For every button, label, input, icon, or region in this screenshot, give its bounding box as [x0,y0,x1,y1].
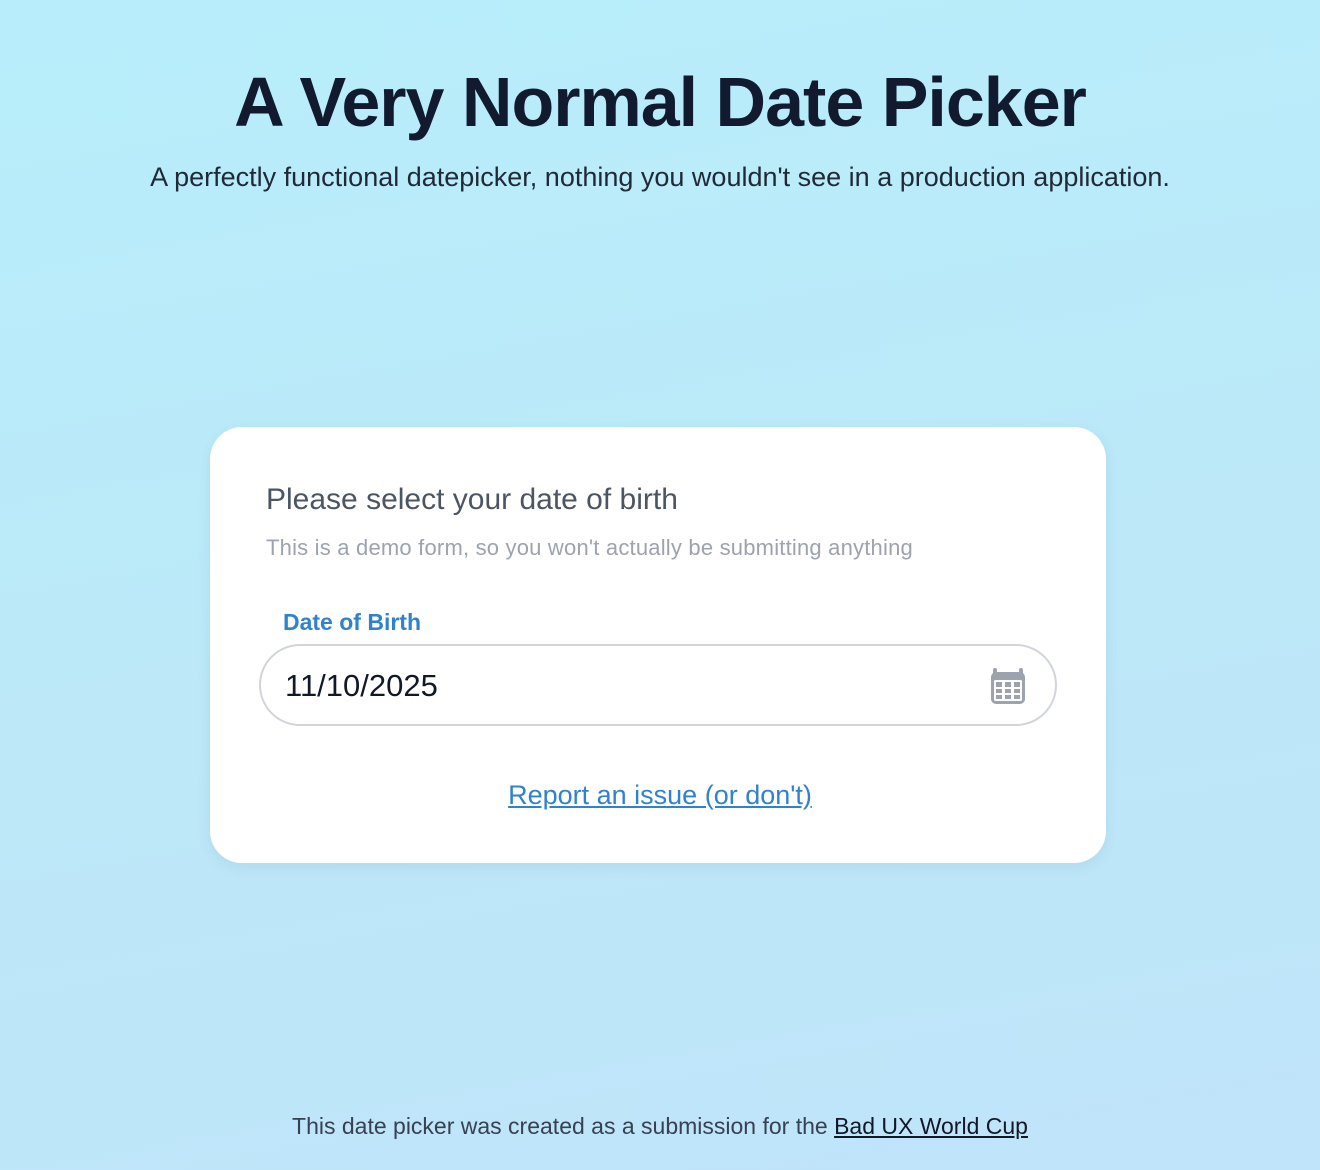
report-issue-link[interactable]: Report an issue (or don't) [0,778,1320,812]
footer: This date picker was created as a submis… [0,1111,1320,1141]
date-of-birth-label: Date of Birth [283,609,421,635]
date-value: 11/10/2025 [285,668,438,703]
page-title: A Very Normal Date Picker [234,63,1087,141]
page-subtitle: A perfectly functional datepicker, nothi… [150,162,1170,192]
footer-text: This date picker was created as a submis… [292,1113,828,1139]
calendar-icon[interactable] [989,666,1027,706]
date-of-birth-input[interactable]: 11/10/2025 [259,644,1057,726]
bad-ux-world-cup-link[interactable]: Bad UX World Cup [834,1113,1028,1139]
form-heading: Please select your date of birth [266,483,678,516]
form-note: This is a demo form, so you won't actual… [266,535,913,560]
